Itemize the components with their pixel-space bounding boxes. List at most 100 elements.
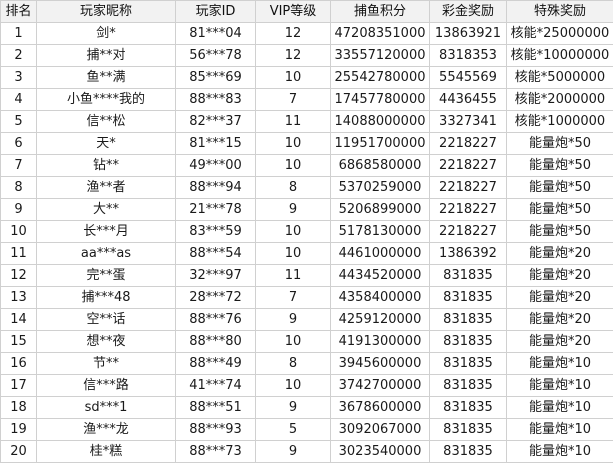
cell-special-reward: 能量炮*50 (507, 133, 613, 155)
cell-rank: 4 (1, 89, 37, 111)
cell-jackpot-reward: 831835 (430, 441, 507, 463)
table-row: 14空**话88***7694259120000831835能量炮*20 (1, 309, 613, 331)
cell-vip-level: 12 (256, 45, 331, 67)
cell-rank: 6 (1, 133, 37, 155)
table-row: 16节**88***4983945600000831835能量炮*10 (1, 353, 613, 375)
cell-player-id: 88***51 (176, 397, 256, 419)
cell-special-reward: 能量炮*10 (507, 375, 613, 397)
cell-fishing-score: 3023540000 (331, 441, 430, 463)
cell-jackpot-reward: 2218227 (430, 177, 507, 199)
cell-vip-level: 9 (256, 309, 331, 331)
cell-rank: 1 (1, 23, 37, 45)
cell-special-reward: 能量炮*20 (507, 287, 613, 309)
cell-player-id: 88***76 (176, 309, 256, 331)
cell-jackpot-reward: 831835 (430, 265, 507, 287)
cell-vip-level: 12 (256, 23, 331, 45)
cell-vip-level: 10 (256, 133, 331, 155)
cell-nickname: 剑* (37, 23, 176, 45)
cell-vip-level: 10 (256, 67, 331, 89)
table-body: 1剑*81***04124720835100013863921核能*250000… (1, 23, 613, 463)
table-row: 7钻**49***001068685800002218227能量炮*50 (1, 155, 613, 177)
cell-nickname: 空**话 (37, 309, 176, 331)
cell-player-id: 82***37 (176, 111, 256, 133)
cell-nickname: 节** (37, 353, 176, 375)
cell-nickname: 大** (37, 199, 176, 221)
cell-player-id: 21***78 (176, 199, 256, 221)
cell-player-id: 88***73 (176, 441, 256, 463)
cell-special-reward: 能量炮*50 (507, 155, 613, 177)
cell-nickname: 捕***48 (37, 287, 176, 309)
cell-vip-level: 11 (256, 265, 331, 287)
table-row: 8渔**者88***94853702590002218227能量炮*50 (1, 177, 613, 199)
cell-jackpot-reward: 831835 (430, 331, 507, 353)
cell-nickname: aa***as (37, 243, 176, 265)
cell-rank: 10 (1, 221, 37, 243)
cell-vip-level: 10 (256, 155, 331, 177)
cell-player-id: 88***94 (176, 177, 256, 199)
cell-nickname: 渔***龙 (37, 419, 176, 441)
cell-special-reward: 能量炮*20 (507, 331, 613, 353)
header-rank: 排名 (1, 1, 37, 23)
cell-special-reward: 核能*10000000 (507, 45, 613, 67)
cell-special-reward: 能量炮*10 (507, 353, 613, 375)
cell-vip-level: 10 (256, 243, 331, 265)
cell-player-id: 88***80 (176, 331, 256, 353)
cell-vip-level: 10 (256, 375, 331, 397)
cell-nickname: sd***1 (37, 397, 176, 419)
table-row: 12完**蛋32***97114434520000831835能量炮*20 (1, 265, 613, 287)
cell-fishing-score: 3092067000 (331, 419, 430, 441)
cell-jackpot-reward: 13863921 (430, 23, 507, 45)
header-nickname: 玩家昵称 (37, 1, 176, 23)
cell-rank: 17 (1, 375, 37, 397)
cell-vip-level: 11 (256, 111, 331, 133)
cell-fishing-score: 4191300000 (331, 331, 430, 353)
header-fishing-score: 捕鱼积分 (331, 1, 430, 23)
cell-rank: 7 (1, 155, 37, 177)
cell-fishing-score: 4358400000 (331, 287, 430, 309)
cell-fishing-score: 5370259000 (331, 177, 430, 199)
header-jackpot-reward: 彩金奖励 (430, 1, 507, 23)
cell-fishing-score: 6868580000 (331, 155, 430, 177)
cell-nickname: 信**松 (37, 111, 176, 133)
cell-rank: 12 (1, 265, 37, 287)
cell-fishing-score: 3945600000 (331, 353, 430, 375)
cell-nickname: 完**蛋 (37, 265, 176, 287)
cell-special-reward: 能量炮*50 (507, 177, 613, 199)
cell-vip-level: 7 (256, 287, 331, 309)
cell-jackpot-reward: 1386392 (430, 243, 507, 265)
cell-rank: 11 (1, 243, 37, 265)
cell-nickname: 长***月 (37, 221, 176, 243)
cell-special-reward: 核能*1000000 (507, 111, 613, 133)
cell-jackpot-reward: 831835 (430, 287, 507, 309)
table-row: 3鱼**满85***6910255427800005545569核能*50000… (1, 67, 613, 89)
cell-nickname: 捕**对 (37, 45, 176, 67)
cell-jackpot-reward: 2218227 (430, 199, 507, 221)
cell-special-reward: 能量炮*20 (507, 265, 613, 287)
cell-fishing-score: 25542780000 (331, 67, 430, 89)
table-row: 11aa***as88***541044610000001386392能量炮*2… (1, 243, 613, 265)
cell-player-id: 88***49 (176, 353, 256, 375)
cell-jackpot-reward: 2218227 (430, 133, 507, 155)
table-row: 9大**21***78952068990002218227能量炮*50 (1, 199, 613, 221)
cell-player-id: 88***54 (176, 243, 256, 265)
cell-rank: 18 (1, 397, 37, 419)
cell-fishing-score: 17457780000 (331, 89, 430, 111)
cell-special-reward: 核能*5000000 (507, 67, 613, 89)
cell-fishing-score: 47208351000 (331, 23, 430, 45)
cell-jackpot-reward: 831835 (430, 397, 507, 419)
cell-player-id: 83***59 (176, 221, 256, 243)
cell-player-id: 85***69 (176, 67, 256, 89)
table-row: 5信**松82***3711140880000003327341核能*10000… (1, 111, 613, 133)
cell-jackpot-reward: 831835 (430, 419, 507, 441)
cell-nickname: 鱼**满 (37, 67, 176, 89)
cell-vip-level: 5 (256, 419, 331, 441)
cell-nickname: 钻** (37, 155, 176, 177)
cell-player-id: 88***93 (176, 419, 256, 441)
cell-jackpot-reward: 3327341 (430, 111, 507, 133)
cell-vip-level: 7 (256, 89, 331, 111)
cell-player-id: 32***97 (176, 265, 256, 287)
cell-rank: 14 (1, 309, 37, 331)
cell-rank: 5 (1, 111, 37, 133)
cell-rank: 20 (1, 441, 37, 463)
cell-vip-level: 9 (256, 397, 331, 419)
